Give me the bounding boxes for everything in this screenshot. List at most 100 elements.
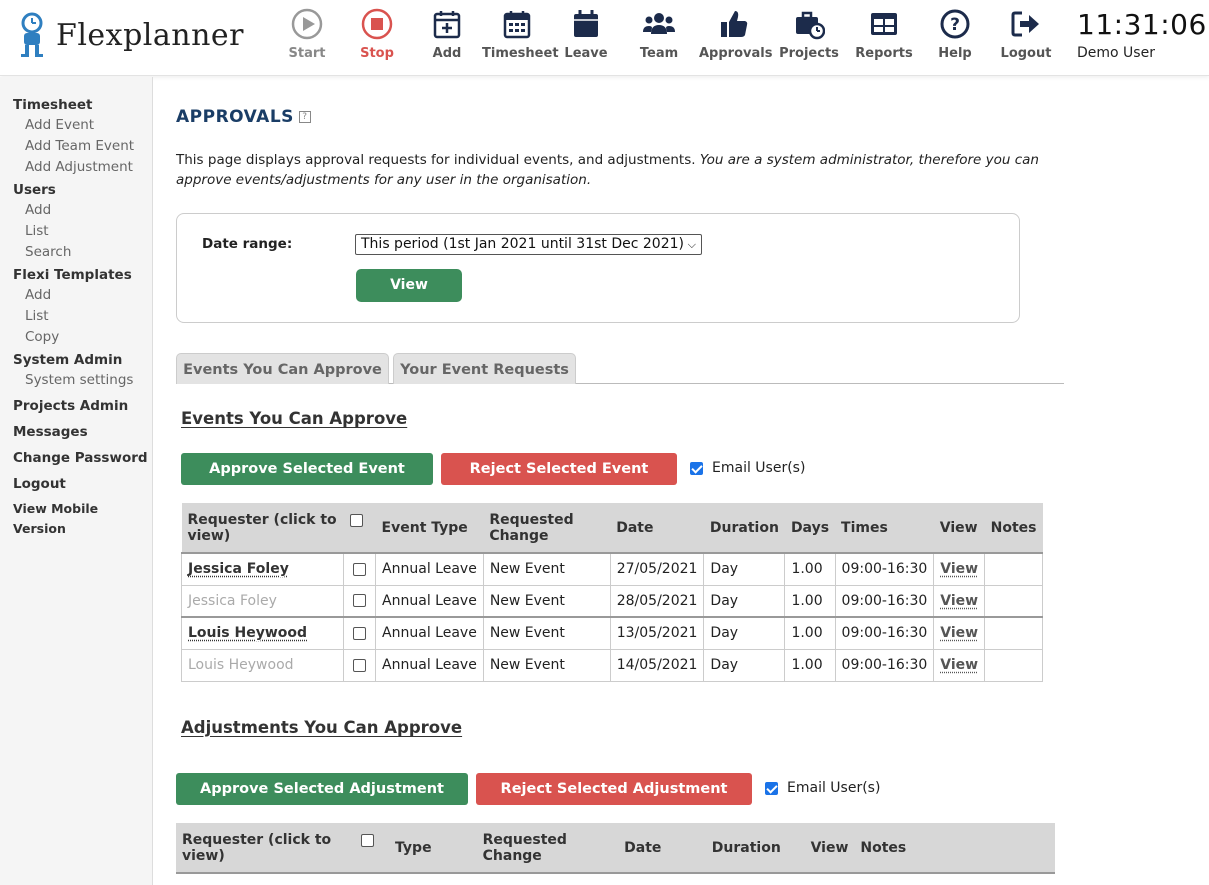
users-icon bbox=[643, 13, 675, 34]
view-button[interactable]: View bbox=[356, 269, 462, 302]
row-times: 09:00-16:30 bbox=[834, 584, 935, 618]
nav-leave[interactable]: Leave bbox=[551, 8, 621, 68]
sidebar-projects-admin[interactable]: Projects Admin bbox=[0, 396, 152, 416]
row-requester[interactable]: Jessica Foley bbox=[180, 584, 345, 618]
row-view-link[interactable]: View bbox=[940, 593, 978, 609]
select-all-events-checkbox[interactable] bbox=[349, 514, 363, 527]
top-bar: Flexplanner Start Stop Add Timesheet Lea… bbox=[0, 0, 1209, 76]
col-notes: Notes bbox=[984, 503, 1043, 554]
nav-start[interactable]: Start bbox=[272, 8, 342, 68]
sidebar-add-adjustment[interactable]: Add Adjustment bbox=[0, 157, 152, 178]
row-requested-change: New Event bbox=[482, 584, 611, 618]
adjustments-email-checkbox[interactable] bbox=[765, 781, 778, 795]
page-title: APPROVALS? bbox=[176, 107, 311, 127]
sidebar-add-event[interactable]: Add Event bbox=[0, 115, 152, 136]
row-notes bbox=[984, 616, 1043, 650]
nav-timesheet[interactable]: Timesheet bbox=[482, 8, 559, 68]
approve-event-changes-button[interactable]: Approve Selected Event Changes bbox=[181, 453, 433, 509]
row-duration: Day bbox=[703, 584, 786, 618]
sidebar-flexi-copy[interactable]: Copy bbox=[0, 327, 152, 348]
sidebar-messages[interactable]: Messages bbox=[0, 422, 152, 442]
col-requester[interactable]: Requester (click to view) bbox=[181, 503, 344, 554]
tab-your-event-requests[interactable]: Your Event Requests bbox=[393, 353, 576, 384]
thumbs-up-icon bbox=[721, 11, 748, 37]
row-requester[interactable]: Louis Heywood bbox=[180, 616, 345, 650]
sidebar-system-settings[interactable]: System settings bbox=[0, 370, 152, 391]
row-date: 13/05/2021 bbox=[609, 616, 705, 650]
row-date: 28/05/2021 bbox=[609, 584, 705, 618]
sidebar-mobile-version[interactable]: View Mobile Version bbox=[0, 499, 152, 539]
row-view-link[interactable]: View bbox=[940, 657, 978, 673]
sidebar-change-password[interactable]: Change Password bbox=[0, 448, 152, 468]
nav-team[interactable]: Team bbox=[624, 8, 694, 68]
row-requester[interactable]: Louis Heywood bbox=[180, 648, 345, 682]
row-requester[interactable]: Jessica Foley bbox=[180, 552, 345, 586]
sidebar-system-admin[interactable]: System Admin bbox=[0, 350, 152, 370]
tab-events-you-can-approve[interactable]: Events You Can Approve bbox=[176, 353, 389, 384]
svg-text:?: ? bbox=[950, 15, 960, 35]
row-select-checkbox[interactable] bbox=[353, 562, 367, 576]
events-email-checkbox[interactable] bbox=[690, 461, 703, 475]
approve-adjustment-changes-button[interactable]: Approve Selected Adjustment Changes bbox=[176, 773, 468, 829]
nav-stop[interactable]: Stop bbox=[342, 8, 412, 68]
sidebar-flexi-add[interactable]: Add bbox=[0, 285, 152, 306]
row-view-link[interactable]: View bbox=[940, 561, 978, 577]
sidebar-flexi-templates[interactable]: Flexi Templates bbox=[0, 265, 152, 285]
row-duration: Day bbox=[703, 552, 786, 586]
row-duration: Day bbox=[703, 648, 786, 682]
events-table-header: Requester (click to view) Event Type Req… bbox=[181, 503, 1043, 554]
sidebar-users-search[interactable]: Search bbox=[0, 242, 152, 263]
row-days: 1.00 bbox=[784, 648, 836, 682]
nav-approvals[interactable]: Approvals bbox=[699, 8, 772, 68]
row-select-checkbox[interactable] bbox=[353, 658, 367, 672]
adjustments-email-users[interactable]: Email User(s) bbox=[765, 780, 880, 796]
col-requester[interactable]: Requester (click to view) bbox=[176, 823, 356, 874]
select-all-adjustments-checkbox[interactable] bbox=[361, 834, 375, 847]
row-notes bbox=[984, 648, 1043, 682]
col-days: Days bbox=[784, 503, 836, 554]
nav-projects[interactable]: Projects bbox=[774, 8, 844, 68]
row-date: 27/05/2021 bbox=[609, 552, 705, 586]
row-times: 09:00-16:30 bbox=[834, 616, 935, 650]
col-notes: Notes bbox=[854, 823, 1055, 874]
reject-adjustment-changes-button[interactable]: Reject Selected Adjustment Changes bbox=[476, 773, 752, 829]
play-circle-icon bbox=[291, 8, 323, 40]
tab-bar: Events You Can Approve Your Event Reques… bbox=[176, 353, 1064, 384]
table-row: Jessica Foley Annual Leave New Event 27/… bbox=[180, 552, 1043, 586]
row-view-link[interactable]: View bbox=[940, 625, 978, 641]
nav-help[interactable]: ? Help bbox=[920, 8, 990, 68]
row-event-type: Annual Leave bbox=[375, 616, 484, 650]
events-email-users[interactable]: Email User(s) bbox=[690, 460, 805, 476]
row-days: 1.00 bbox=[784, 552, 836, 586]
col-view: View bbox=[933, 503, 985, 554]
row-requested-change: New Event bbox=[482, 552, 611, 586]
question-circle-icon: ? bbox=[940, 9, 970, 39]
nav-add[interactable]: Add bbox=[412, 8, 482, 68]
date-range-select[interactable]: This period (1st Jan 2021 until 31st Dec… bbox=[355, 234, 702, 255]
sidebar-logout[interactable]: Logout bbox=[0, 474, 152, 494]
row-select-checkbox[interactable] bbox=[353, 594, 367, 608]
stop-circle-icon bbox=[361, 8, 393, 40]
sidebar-add-team-event[interactable]: Add Team Event bbox=[0, 136, 152, 157]
row-times: 09:00-16:30 bbox=[834, 552, 935, 586]
nav-reports[interactable]: Reports bbox=[849, 8, 919, 68]
col-requested-change: Requested Change bbox=[476, 823, 619, 874]
sidebar-flexi-list[interactable]: List bbox=[0, 306, 152, 327]
logo[interactable]: Flexplanner bbox=[18, 12, 244, 58]
reject-event-changes-button[interactable]: Reject Selected Event Changes bbox=[441, 453, 677, 509]
row-event-type: Annual Leave bbox=[375, 584, 484, 618]
col-times: Times bbox=[835, 503, 934, 554]
col-duration: Duration bbox=[703, 503, 785, 554]
sidebar-users-list[interactable]: List bbox=[0, 221, 152, 242]
row-notes bbox=[984, 552, 1043, 586]
sidebar-users-add[interactable]: Add bbox=[0, 200, 152, 221]
nav-logout[interactable]: Logout bbox=[991, 8, 1061, 68]
calendar-grid-icon bbox=[503, 11, 531, 39]
row-select-checkbox[interactable] bbox=[353, 626, 367, 640]
row-requested-change: New Event bbox=[482, 648, 611, 682]
current-user: Demo User bbox=[1077, 45, 1155, 61]
help-icon[interactable]: ? bbox=[298, 111, 311, 123]
sidebar-timesheet[interactable]: Timesheet bbox=[0, 95, 152, 115]
table-row: Jessica Foley Annual Leave New Event 28/… bbox=[180, 584, 1043, 618]
sidebar-users[interactable]: Users bbox=[0, 180, 152, 200]
